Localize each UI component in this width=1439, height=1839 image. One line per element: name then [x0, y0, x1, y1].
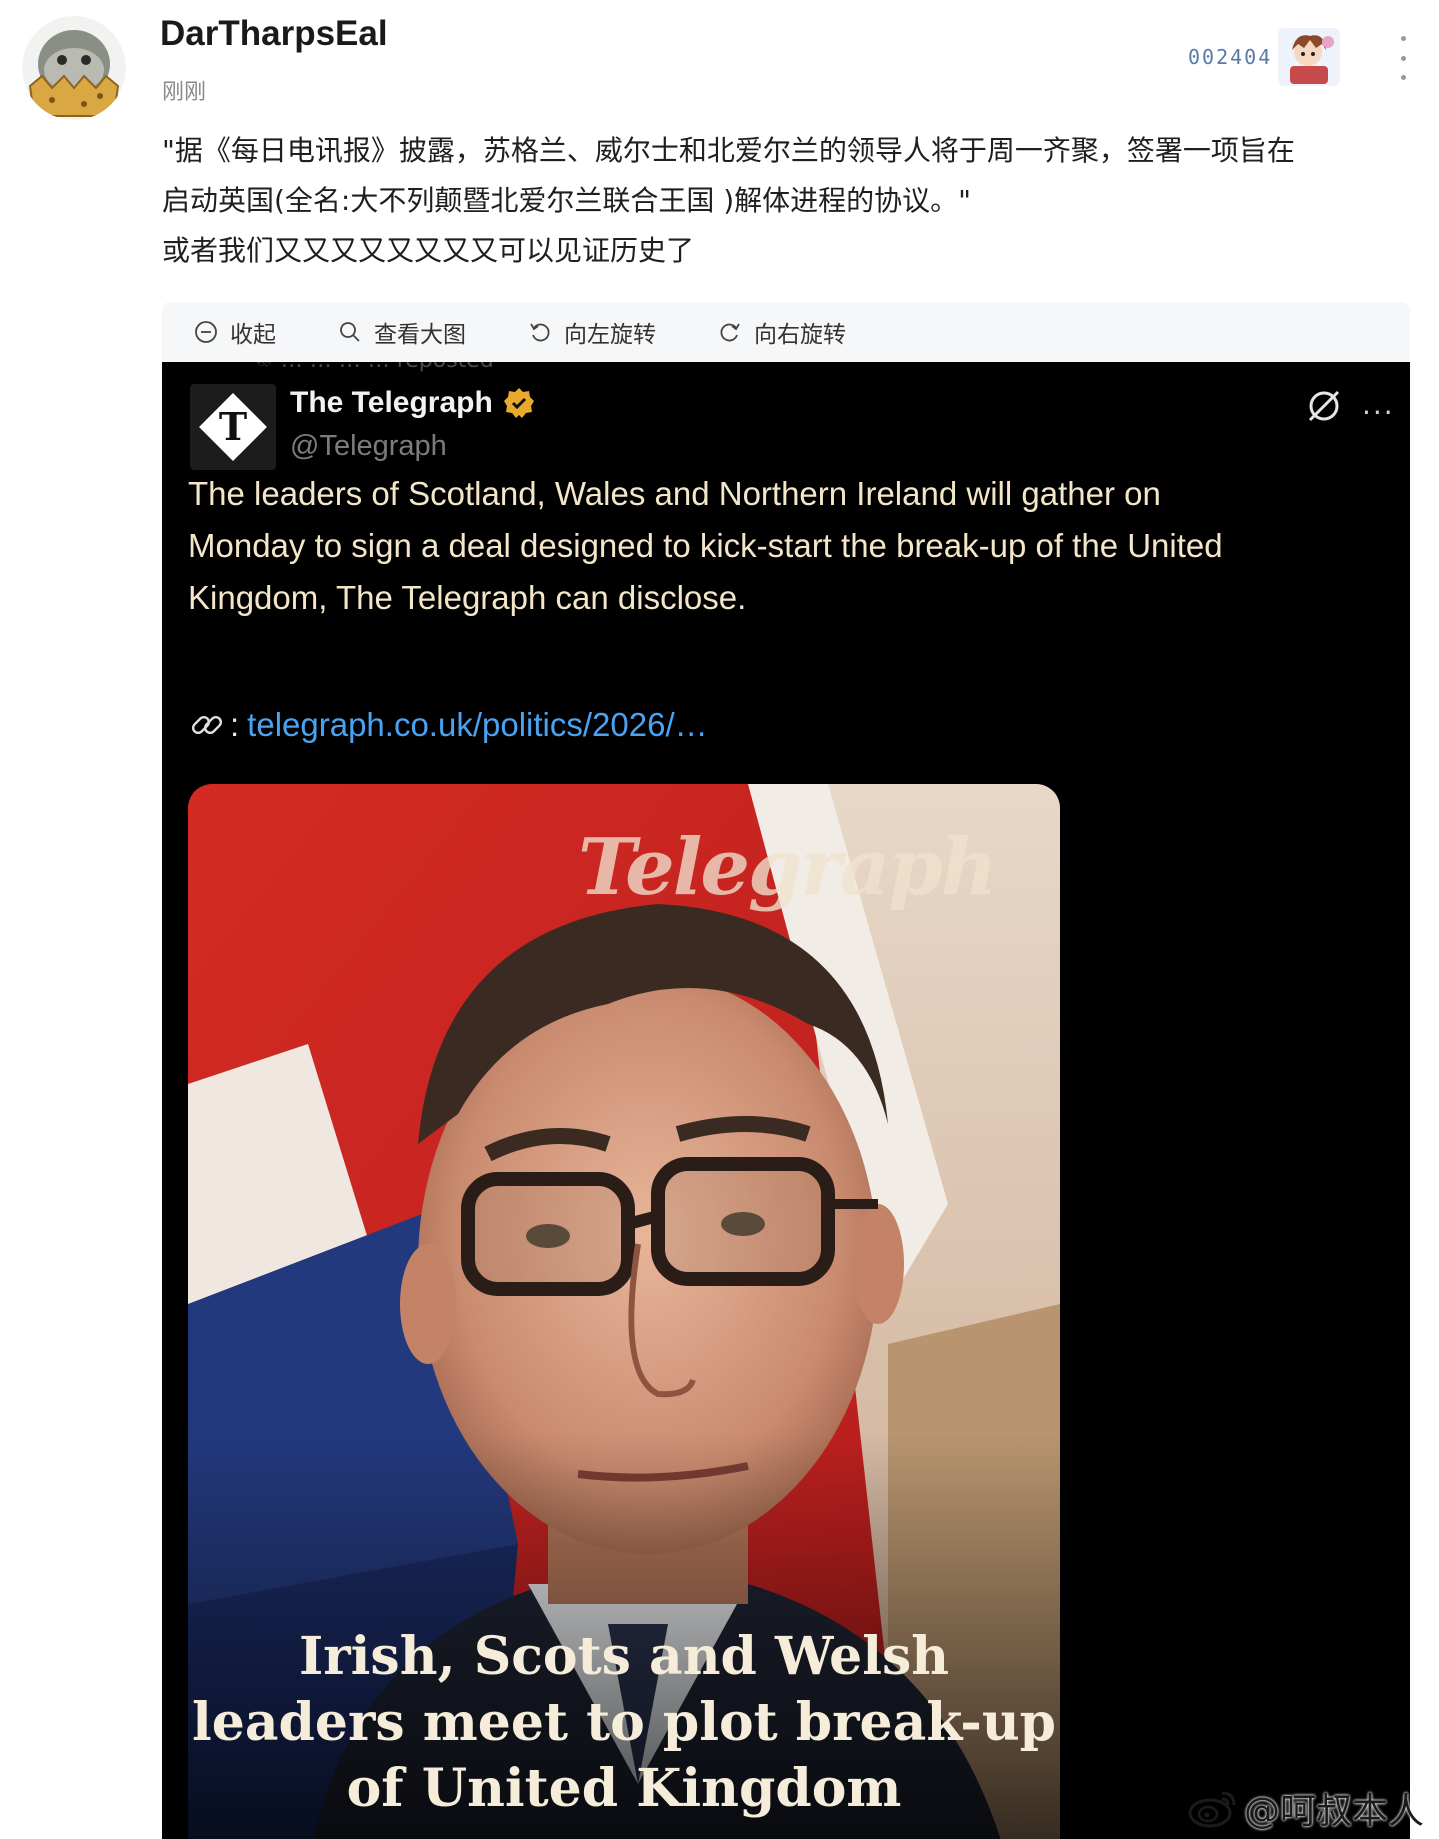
link-icon	[191, 715, 223, 735]
grok-icon[interactable]	[1302, 384, 1346, 428]
telegraph-logo: T	[190, 384, 276, 470]
username[interactable]: DarTharpsEal	[160, 14, 388, 54]
tweet-text-line: Kingdom, The Telegraph can disclose.	[188, 579, 747, 616]
post-text-line: 或者我们又又又又又又又又可以见证历史了	[162, 234, 695, 267]
watermark-text: @呵叔本人	[1244, 1791, 1425, 1832]
badge-number: 002404	[1188, 45, 1273, 69]
rotate-left-label: 向左旋转	[564, 322, 656, 348]
verified-badge-icon	[503, 388, 534, 418]
tweet-text-line: The leaders of Scotland, Wales and North…	[188, 475, 1161, 512]
view-large-button[interactable]: 查看大图	[338, 315, 466, 349]
headline-line: leaders meet to plot break-up	[192, 1692, 1056, 1753]
weibo-watermark: @呵叔本人	[1188, 1782, 1424, 1834]
link-colon: :	[230, 706, 240, 743]
post-timestamp: 刚刚	[162, 80, 207, 105]
card-brand-logo: Telegraph	[578, 822, 997, 913]
rotate-right-icon	[720, 323, 740, 342]
rotate-right-button[interactable]: 向右旋转	[718, 315, 846, 349]
logo-letter: T	[219, 404, 247, 449]
rotate-left-icon	[530, 323, 550, 342]
collapse-label: 收起	[230, 322, 276, 348]
anime-badge-icon	[1278, 28, 1341, 86]
weibo-post-page: DarTharpsEal 刚刚 002404 "据《每日电讯报》披露，苏格兰、威…	[0, 0, 1439, 1839]
post-content: "据《每日电讯报》披露，苏格兰、威尔士和北爱尔兰的领导人将于周一齐聚，签署一项旨…	[162, 126, 1412, 276]
user-avatar[interactable]	[22, 16, 126, 120]
rotate-right-label: 向右旋转	[754, 322, 846, 348]
retweet-indicator: ♲ … … … … reposted	[254, 362, 494, 373]
card-headline: Irish, Scots and Welsh leaders meet to p…	[188, 1624, 1060, 1822]
fan-badge[interactable]: 002404	[1180, 28, 1360, 86]
egg-seal-avatar-icon	[22, 16, 126, 120]
tweet-more-icon[interactable]: ···	[1362, 396, 1395, 429]
article-link[interactable]: telegraph.co.uk/politics/2026/…	[247, 706, 707, 744]
headline-line: Irish, Scots and Welsh	[298, 1626, 950, 1687]
tweet-link-row: : telegraph.co.uk/politics/2026/…	[188, 706, 708, 744]
telegraph-t-icon: T	[199, 393, 267, 461]
weibo-logo-icon	[1188, 1791, 1236, 1828]
image-toolbar: 收起 查看大图 向左旋转 向右旋转	[162, 302, 1410, 362]
news-card-image[interactable]: Telegraph Irish, Scots and Welsh leaders…	[188, 784, 1060, 1839]
magnifier-icon	[340, 322, 360, 342]
collapse-icon	[195, 321, 217, 343]
post-text-line: "据《每日电讯报》披露，苏格兰、威尔士和北爱尔兰的领导人将于周一齐聚，签署一项旨…	[162, 134, 1295, 167]
post-text-line: 启动英国(全名:大不列颠暨北爱尔兰联合王国 )解体进程的协议。"	[162, 184, 972, 217]
more-options-icon[interactable]	[1392, 36, 1414, 80]
tweet-text-line: Monday to sign a deal designed to kick-s…	[188, 527, 1223, 564]
tweet-account-name[interactable]: The Telegraph	[290, 386, 535, 420]
account-name-text: The Telegraph	[290, 386, 493, 419]
rotate-left-button[interactable]: 向左旋转	[528, 315, 656, 349]
view-large-label: 查看大图	[374, 322, 466, 348]
tweet-text: The leaders of Scotland, Wales and North…	[188, 468, 1388, 624]
embedded-tweet-image[interactable]: ♲ … … … … reposted T The Telegraph @Tele…	[162, 362, 1410, 1839]
tweet-handle: @Telegraph	[290, 430, 447, 462]
collapse-button[interactable]: 收起	[194, 315, 276, 349]
headline-line: of United Kingdom	[346, 1758, 902, 1819]
